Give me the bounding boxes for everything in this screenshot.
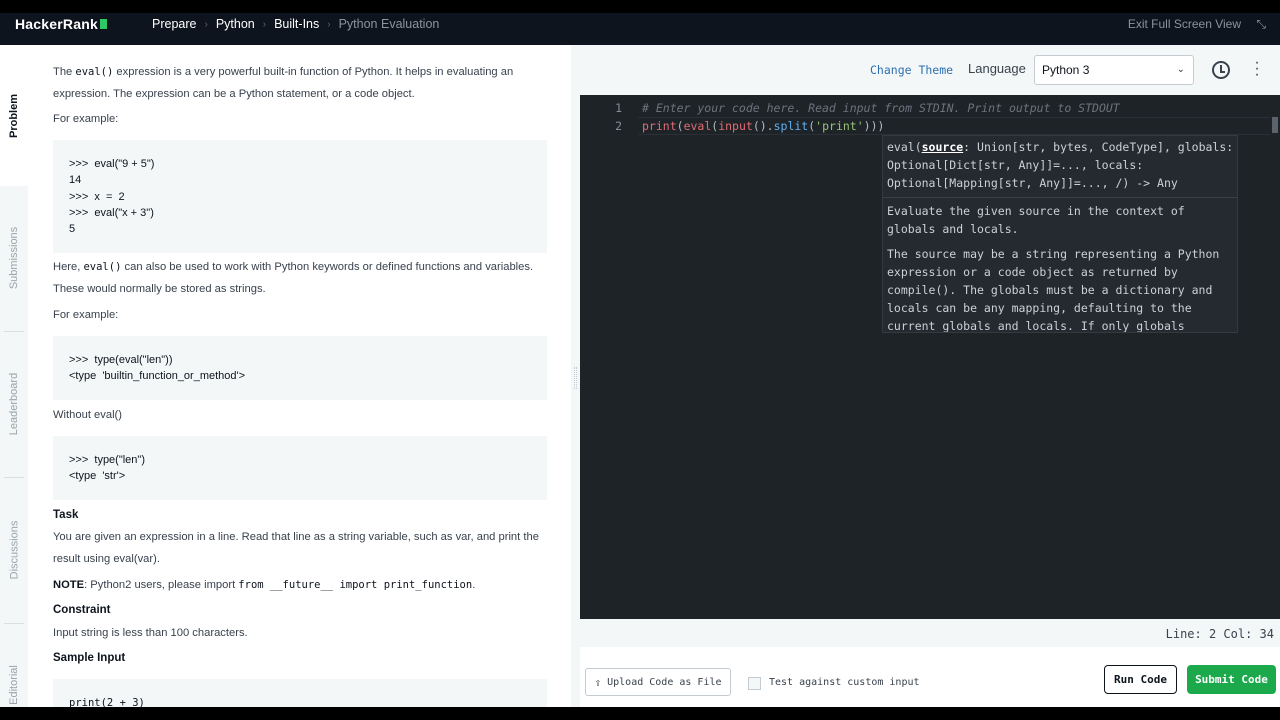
example-code-block: >>> type(eval("len")) <type 'builtin_fun… — [53, 336, 547, 400]
collapse-icon[interactable]: ⤡ — [1256, 17, 1266, 32]
chevron-right-icon: › — [327, 18, 331, 30]
inline-code: eval() — [83, 261, 122, 273]
tab-problem-label: Problem — [8, 93, 21, 138]
code-line: <type 'builtin_function_or_method'> — [69, 370, 246, 383]
tab-submissions[interactable]: Submissions — [0, 186, 28, 329]
language-label: Language — [968, 61, 1026, 76]
drag-handle-icon — [574, 367, 577, 389]
side-tab-rail: Problem Submissions Leaderboard Discussi… — [0, 45, 28, 707]
eval-keywords-paragraph: Here, eval() can also be used to work wi… — [53, 261, 534, 295]
code-line: >>> eval("9 + 5") — [69, 158, 155, 170]
line-number: 1 — [615, 101, 622, 115]
problem-statement-pane[interactable]: The eval() expression is a very powerful… — [28, 45, 571, 707]
language-select[interactable]: Python 3 ⌄ — [1034, 55, 1194, 85]
tab-problem[interactable]: Problem — [0, 45, 28, 186]
tab-divider — [4, 331, 24, 332]
tab-editorial-label: Editorial — [8, 665, 20, 705]
code-line: 14 — [69, 174, 82, 187]
signature-help-tooltip: eval(source: Union[str, bytes, CodeType]… — [882, 135, 1238, 333]
code-line: print(2 + 3) — [69, 697, 145, 707]
tab-discussions[interactable]: Discussions — [0, 479, 28, 621]
breadcrumb-prepare[interactable]: Prepare — [152, 17, 196, 31]
tab-discussions-label: Discussions — [8, 520, 20, 580]
inline-code: from __future__ import print_function — [238, 579, 473, 591]
custom-input-label[interactable]: Test against custom input — [769, 677, 920, 688]
code-editor[interactable]: 1 2 # Enter your code here. Read input f… — [580, 95, 1280, 619]
change-theme-link[interactable]: Change Theme — [870, 63, 953, 77]
code-line: 5 — [69, 223, 76, 236]
breadcrumb-current: Python Evaluation — [338, 17, 440, 31]
example-code-block: >>> type("len") <type 'str'> — [53, 436, 547, 500]
signature-text: eval(source: Union[str, bytes, CodeType]… — [887, 140, 1234, 190]
language-value: Python 3 — [1042, 63, 1090, 77]
code-line: >>> x = 2 — [69, 190, 125, 203]
run-code-button[interactable]: Run Code — [1104, 665, 1177, 694]
intro-paragraph: The eval() expression is a very powerful… — [53, 66, 514, 100]
line-number: 2 — [615, 119, 622, 133]
code-line-2[interactable]: print(eval(input().split('print'))) — [642, 119, 884, 133]
chevron-right-icon: › — [262, 18, 267, 30]
constraint-heading: Constraint — [53, 604, 111, 616]
cursor-position: Line: 2 Col: 34 — [1165, 627, 1274, 641]
more-vertical-icon[interactable]: · · · — [1254, 55, 1260, 83]
tab-divider — [4, 477, 24, 478]
breadcrumb: Prepare › Python › Built-Ins › Python Ev… — [152, 17, 439, 31]
custom-input-checkbox[interactable] — [748, 677, 761, 690]
editor-status-bar: Line: 2 Col: 34 — [580, 619, 1280, 647]
submit-code-button[interactable]: Submit Code — [1187, 665, 1276, 694]
inline-code: eval() — [75, 66, 114, 78]
upload-code-button[interactable]: ⇪ Upload Code as File — [585, 668, 731, 696]
note-paragraph: NOTE: Python2 users, please import from … — [53, 579, 476, 591]
chevron-down-icon: ⌄ — [1176, 64, 1185, 75]
top-navbar: HackerRank Prepare › Python › Built-Ins … — [0, 0, 1280, 45]
history-icon[interactable] — [1212, 61, 1230, 79]
sample-input-block: print(2 + 3) — [53, 679, 547, 707]
breadcrumb-python[interactable]: Python — [216, 17, 255, 31]
example-code-block: >>> eval("9 + 5") 14 >>> x = 2 >>> eval(… — [53, 140, 547, 253]
code-line: >>> eval("x + 3") — [69, 206, 154, 219]
upload-label: Upload Code as File — [607, 676, 722, 688]
without-eval-label: Without eval() — [53, 409, 123, 421]
brand-name: HackerRank — [15, 16, 98, 32]
tab-leaderboard[interactable]: Leaderboard — [0, 333, 28, 475]
upload-icon: ⇪ — [594, 675, 602, 689]
editor-toolbar: Change Theme Language Python 3 ⌄ · · · — [580, 50, 1280, 95]
for-example-label: For example: — [53, 309, 119, 321]
code-line: <type 'str'> — [69, 470, 126, 483]
pane-resize-handle[interactable] — [571, 45, 580, 707]
exit-fullscreen-link[interactable]: Exit Full Screen View — [1128, 17, 1241, 31]
code-line: >>> type(eval("len")) — [69, 354, 173, 366]
task-paragraph: You are given an expression in a line. R… — [53, 531, 539, 565]
constraint-text: Input string is less than 100 characters… — [53, 627, 248, 639]
brand-logo[interactable]: HackerRank — [15, 16, 107, 32]
editor-actions: ⇪ Upload Code as File Test against custom… — [580, 647, 1280, 707]
tooltip-divider — [883, 197, 1237, 198]
editor-scrollbar[interactable] — [1272, 117, 1278, 133]
docstring-text: Evaluate the given source in the context… — [887, 204, 1220, 333]
tab-submissions-label: Submissions — [8, 226, 21, 289]
bottom-letterbox — [0, 707, 1280, 720]
breadcrumb-built-ins[interactable]: Built-Ins — [274, 17, 319, 31]
for-example-label: For example: — [53, 113, 119, 125]
chevron-right-icon: › — [204, 18, 208, 30]
tab-leaderboard-label: Leaderboard — [8, 372, 21, 436]
sample-input-heading: Sample Input — [53, 652, 126, 664]
task-heading: Task — [53, 509, 79, 521]
tab-divider — [4, 623, 24, 624]
code-line-1[interactable]: # Enter your code here. Read input from … — [642, 101, 1120, 115]
brand-mark-icon — [99, 19, 107, 29]
editor-pane: Change Theme Language Python 3 ⌄ · · · 1 2… — [580, 45, 1280, 707]
code-line: >>> type("len") — [69, 454, 145, 466]
